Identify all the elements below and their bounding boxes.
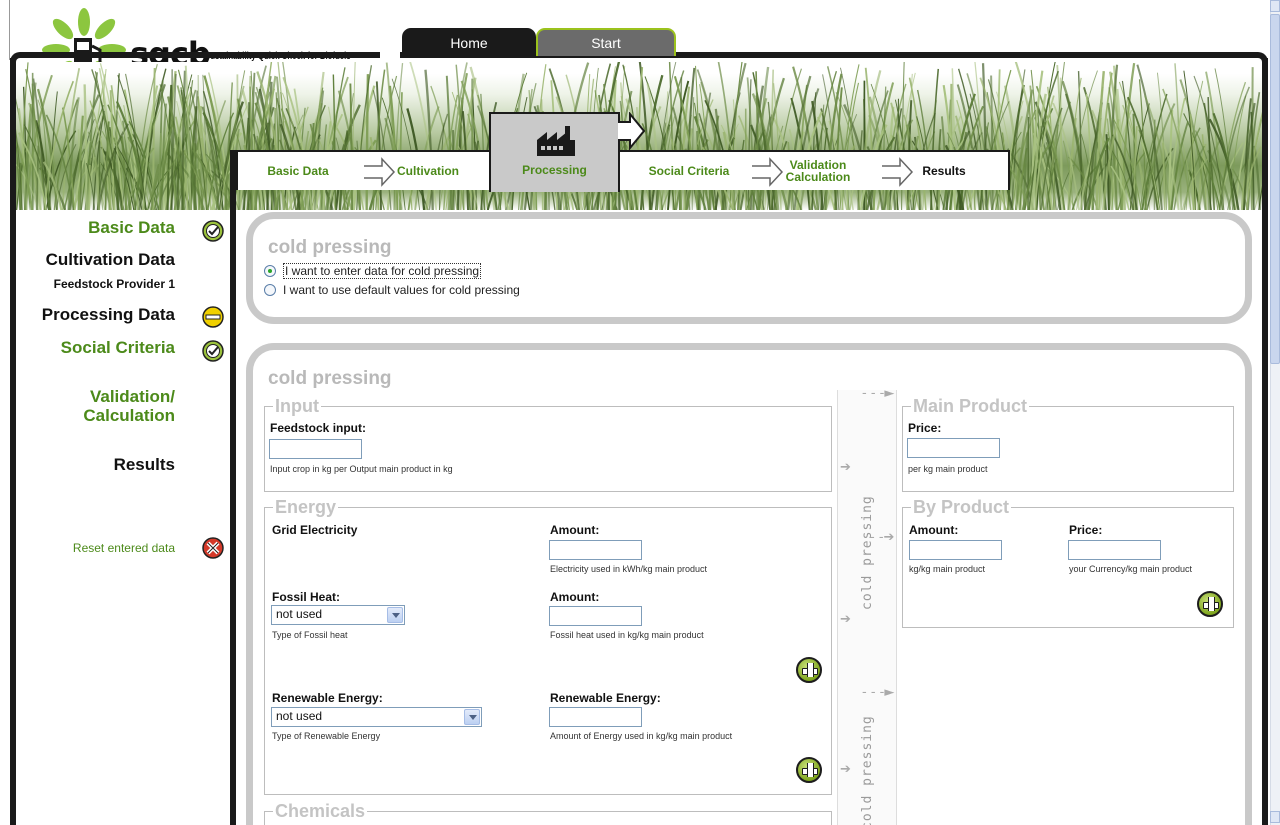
sidebar-item-social-criteria[interactable]: Social Criteria	[61, 338, 175, 358]
by-product-amount-field[interactable]	[909, 540, 1002, 560]
by-product-price-hint: your Currency/kg main product	[1069, 564, 1193, 574]
sidebar: Basic Data Cultivation Data Feedstock Pr…	[16, 210, 230, 825]
process-flow-label: cold pressing	[860, 495, 875, 610]
feedstock-input-label: Feedstock input:	[270, 421, 367, 435]
renewable-energy-select[interactable]: not used	[271, 707, 482, 727]
chevron-down-icon[interactable]	[387, 607, 403, 623]
in-progress-icon	[202, 306, 224, 328]
renewable-amount-field[interactable]	[549, 707, 642, 727]
scroll-thumb[interactable]	[1270, 14, 1280, 364]
chevron-down-icon[interactable]	[464, 709, 480, 725]
content-divider	[230, 150, 236, 825]
grid-amount-field[interactable]	[549, 540, 642, 560]
step-cultivation[interactable]: Cultivation	[388, 152, 468, 190]
add-fossil-heat-button[interactable]	[796, 657, 822, 683]
scroll-up-button[interactable]	[1270, 0, 1280, 12]
dashed-arrow-icon: - -➔	[870, 530, 895, 545]
step-validation[interactable]: Validation Calculation	[768, 152, 868, 190]
input-legend: Input	[275, 396, 319, 416]
home-button[interactable]: Home	[402, 28, 536, 56]
sidebar-item-feedstock-provider[interactable]: Feedstock Provider 1	[54, 277, 175, 291]
step-basic-data[interactable]: Basic Data	[248, 152, 348, 190]
radio-enter-data[interactable]: I want to enter data for cold pressing	[264, 263, 482, 279]
process-flow-label-2: cold pressing	[860, 715, 875, 825]
add-by-product-button[interactable]	[1197, 591, 1223, 617]
reset-icon[interactable]	[202, 537, 224, 559]
dashed-arrow-icon: - - -►	[862, 386, 895, 401]
radio-default-values-button[interactable]	[264, 284, 276, 296]
main-product-legend: Main Product	[913, 396, 1028, 416]
sidebar-item-processing-data[interactable]: Processing Data	[42, 305, 175, 325]
grid-amount-label: Amount:	[550, 523, 600, 537]
by-product-price-field[interactable]	[1068, 540, 1161, 560]
dashed-arrow-icon: - - -►	[862, 685, 895, 700]
fossil-amount-hint: Fossil heat used in kg/kg main product	[550, 630, 704, 640]
feedstock-input-hint: Input crop in kg per Output main product…	[270, 464, 453, 474]
step-navigation: Basic Data Cultivation Social Criteria V…	[236, 150, 1010, 190]
check-icon	[202, 340, 224, 362]
main-product-price-label: Price:	[908, 421, 942, 435]
fossil-amount-field[interactable]	[549, 606, 642, 626]
radio-default-values-label: I want to use default values for cold pr…	[283, 283, 520, 297]
sidebar-item-validation[interactable]: Validation/ Calculation	[35, 387, 175, 425]
main-product-price-field[interactable]	[907, 438, 1000, 458]
step-social-criteria[interactable]: Social Criteria	[648, 152, 730, 190]
fossil-amount-label: Amount:	[550, 590, 600, 604]
form-title: cold pressing	[268, 368, 392, 389]
sidebar-item-cultivation-data[interactable]: Cultivation Data	[46, 250, 175, 270]
arrow-right-icon: ➔	[840, 460, 851, 475]
step-results[interactable]: Results	[898, 152, 990, 190]
start-button[interactable]: Start	[536, 28, 676, 56]
reset-data-link[interactable]: Reset entered data	[73, 541, 175, 555]
renewable-energy-selected: not used	[276, 709, 323, 723]
by-product-amount-hint: kg/kg main product	[909, 564, 986, 574]
fossil-heat-label: Fossil Heat:	[272, 590, 341, 604]
grid-electricity-label: Grid Electricity	[272, 523, 358, 537]
method-choice-panel: cold pressing I want to enter data for c…	[246, 212, 1252, 324]
check-icon	[202, 220, 224, 242]
scroll-down-button[interactable]	[1270, 811, 1280, 823]
chemicals-legend: Chemicals	[275, 801, 366, 821]
step-processing-active[interactable]	[489, 112, 620, 192]
grid-amount-hint: Electricity used in kWh/kg main product	[550, 564, 708, 574]
by-product-legend: By Product	[913, 497, 1010, 517]
chemicals-group: Chemicals	[264, 801, 832, 825]
renewable-energy-hint: Type of Renewable Energy	[272, 731, 381, 741]
feedstock-input-field[interactable]	[269, 439, 362, 459]
add-renewable-energy-button[interactable]	[796, 757, 822, 783]
arrow-right-icon: ➔	[840, 762, 851, 777]
page-edge	[9, 0, 10, 60]
method-choice-title: cold pressing	[268, 237, 392, 258]
radio-enter-data-label: I want to enter data for cold pressing	[283, 263, 482, 279]
by-product-price-label: Price:	[1069, 523, 1103, 537]
step-processing-label: Processing	[522, 163, 587, 177]
energy-legend: Energy	[275, 497, 337, 517]
sidebar-item-results[interactable]: Results	[114, 455, 175, 475]
renewable-amount-hint: Amount of Energy used in kg/kg main prod…	[550, 731, 733, 741]
radio-default-values[interactable]: I want to use default values for cold pr…	[264, 283, 520, 297]
renewable-amount-label: Renewable Energy:	[550, 691, 661, 705]
radio-enter-data-button[interactable]	[264, 265, 276, 277]
factory-icon	[537, 126, 575, 156]
fossil-heat-selected: not used	[276, 607, 323, 621]
app-root: sqcb Sustainability Quick Check for Biof…	[0, 0, 1280, 825]
active-step-arrow-icon	[618, 112, 646, 150]
arrow-right-icon: ➔	[840, 612, 851, 627]
fossil-heat-select[interactable]: not used	[271, 605, 405, 625]
main-product-price-hint: per kg main product	[908, 464, 988, 474]
main-frame-right	[1262, 58, 1268, 825]
energy-group: Energy	[264, 497, 832, 795]
by-product-amount-label: Amount:	[909, 523, 959, 537]
renewable-energy-label: Renewable Energy:	[272, 691, 383, 705]
sidebar-item-basic-data[interactable]: Basic Data	[88, 218, 175, 238]
fossil-heat-hint: Type of Fossil heat	[272, 630, 348, 640]
